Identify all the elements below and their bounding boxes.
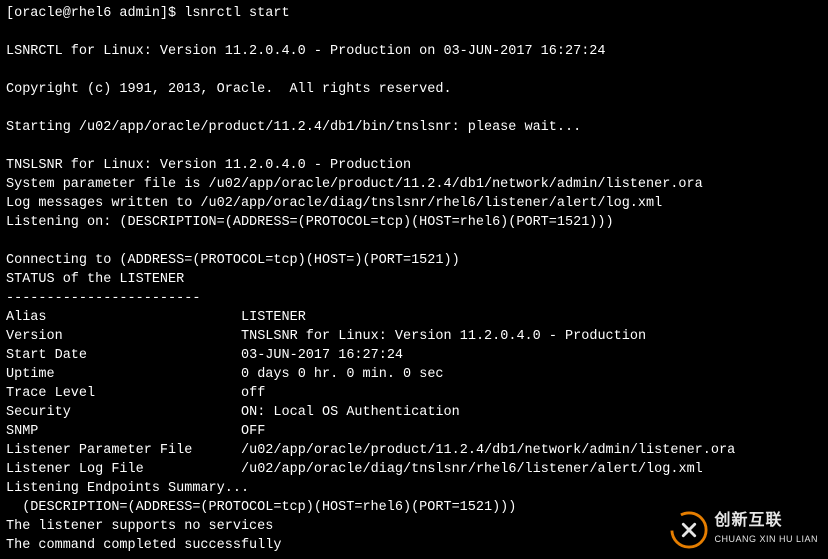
- status-value: /u02/app/oracle/product/11.2.4/db1/netwo…: [241, 443, 735, 458]
- status-row-alias: AliasLISTENER: [6, 308, 822, 327]
- lsnrctl-banner: LSNRCTL for Linux: Version 11.2.0.4.0 - …: [6, 42, 822, 61]
- divider: ------------------------: [6, 289, 822, 308]
- terminal-output: [oracle@rhel6 admin]$ lsnrctl start LSNR…: [6, 4, 822, 555]
- status-row-security: SecurityON: Local OS Authentication: [6, 403, 822, 422]
- blank-line: [6, 61, 822, 80]
- status-value: ON: Local OS Authentication: [241, 405, 460, 420]
- status-value: /u02/app/oracle/diag/tnslsnr/rhel6/liste…: [241, 462, 703, 477]
- shell-prompt[interactable]: [oracle@rhel6 admin]$ lsnrctl start: [6, 4, 822, 23]
- blank-line: [6, 232, 822, 251]
- log-messages-line: Log messages written to /u02/app/oracle/…: [6, 194, 822, 213]
- watermark: 创新互联 CHUANG XIN HU LIAN: [670, 511, 818, 549]
- status-row-param-file: Listener Parameter File/u02/app/oracle/p…: [6, 441, 822, 460]
- status-value: TNSLSNR for Linux: Version 11.2.0.4.0 - …: [241, 329, 646, 344]
- status-row-snmp: SNMPOFF: [6, 422, 822, 441]
- copyright-line: Copyright (c) 1991, 2013, Oracle. All ri…: [6, 80, 822, 99]
- status-label: Security: [6, 403, 241, 422]
- status-value: LISTENER: [241, 310, 306, 325]
- blank-line: [6, 137, 822, 156]
- status-row-uptime: Uptime0 days 0 hr. 0 min. 0 sec: [6, 365, 822, 384]
- status-label: Version: [6, 327, 241, 346]
- status-label: Listener Parameter File: [6, 441, 241, 460]
- status-row-version: VersionTNSLSNR for Linux: Version 11.2.0…: [6, 327, 822, 346]
- status-label: Listener Log File: [6, 460, 241, 479]
- tnslsnr-banner: TNSLSNR for Linux: Version 11.2.0.4.0 - …: [6, 156, 822, 175]
- status-value: OFF: [241, 424, 265, 439]
- status-label: SNMP: [6, 422, 241, 441]
- watermark-sub-text: CHUANG XIN HU LIAN: [714, 530, 818, 549]
- status-row-start-date: Start Date03-JUN-2017 16:27:24: [6, 346, 822, 365]
- watermark-logo-icon: [670, 511, 708, 549]
- status-label: Start Date: [6, 346, 241, 365]
- status-label: Alias: [6, 308, 241, 327]
- listening-on-line: Listening on: (DESCRIPTION=(ADDRESS=(PRO…: [6, 213, 822, 232]
- connecting-line: Connecting to (ADDRESS=(PROTOCOL=tcp)(HO…: [6, 251, 822, 270]
- watermark-main-text: 创新互联: [714, 511, 818, 530]
- endpoints-title: Listening Endpoints Summary...: [6, 479, 822, 498]
- status-value: 03-JUN-2017 16:27:24: [241, 348, 403, 363]
- status-label: Trace Level: [6, 384, 241, 403]
- blank-line: [6, 23, 822, 42]
- status-row-trace-level: Trace Leveloff: [6, 384, 822, 403]
- status-title: STATUS of the LISTENER: [6, 270, 822, 289]
- status-row-log-file: Listener Log File/u02/app/oracle/diag/tn…: [6, 460, 822, 479]
- blank-line: [6, 99, 822, 118]
- status-label: Uptime: [6, 365, 241, 384]
- starting-line: Starting /u02/app/oracle/product/11.2.4/…: [6, 118, 822, 137]
- watermark-text-wrap: 创新互联 CHUANG XIN HU LIAN: [714, 511, 818, 549]
- status-value: 0 days 0 hr. 0 min. 0 sec: [241, 367, 444, 382]
- system-param-file: System parameter file is /u02/app/oracle…: [6, 175, 822, 194]
- status-value: off: [241, 386, 265, 401]
